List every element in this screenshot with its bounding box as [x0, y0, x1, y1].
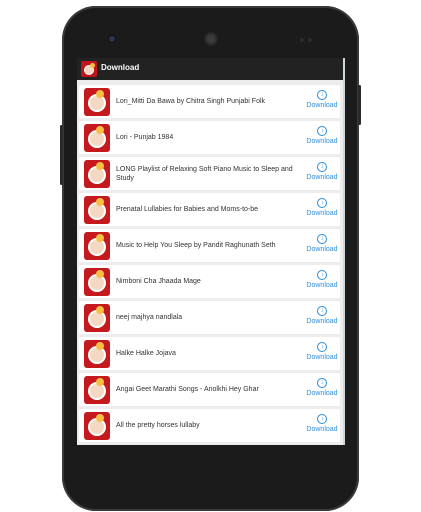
- list-item[interactable]: neej majhya nandlala ↓ Download: [79, 301, 340, 334]
- download-arrow-icon: ↓: [317, 270, 327, 280]
- download-arrow-icon: ↓: [317, 378, 327, 388]
- download-button[interactable]: ↓ Download: [305, 378, 339, 397]
- download-button[interactable]: ↓ Download: [305, 306, 339, 325]
- scroll-edge: [343, 58, 345, 445]
- item-title: Angai Geet Marathi Songs - Anolkhi Hey G…: [116, 386, 259, 393]
- download-label: Download: [306, 390, 338, 397]
- list-item[interactable]: Nimboni Cha Jhaada Mage ↓ Download: [79, 265, 340, 298]
- lullaby-thumbnail-icon: [84, 304, 110, 332]
- item-title: Lori_Mitti Da Bawa by Chitra Singh Punja…: [116, 98, 266, 105]
- front-camera: [109, 36, 115, 42]
- list-item[interactable]: Music to Help You Sleep by Pandit Raghun…: [79, 229, 340, 262]
- list-item[interactable]: Angai Geet Marathi Songs - Anolkhi Hey G…: [79, 373, 340, 406]
- download-button[interactable]: ↓ Download: [305, 270, 339, 289]
- download-label: Download: [306, 210, 338, 217]
- download-arrow-icon: ↓: [317, 306, 327, 316]
- lullaby-thumbnail-icon: [84, 124, 110, 152]
- download-arrow-icon: ↓: [317, 162, 327, 172]
- download-label: Download: [306, 318, 338, 325]
- item-title: Lori - Punjab 1984: [116, 134, 174, 141]
- download-button[interactable]: ↓ Download: [305, 162, 339, 181]
- download-button[interactable]: ↓ Download: [305, 414, 339, 433]
- download-label: Download: [306, 246, 338, 253]
- earpiece-speaker: [204, 32, 218, 46]
- proximity-sensor: [300, 38, 304, 42]
- item-title: Halke Halke Jojava: [116, 350, 176, 357]
- download-arrow-icon: ↓: [317, 90, 327, 100]
- item-title: neej majhya nandlala: [116, 314, 183, 321]
- download-button[interactable]: ↓ Download: [305, 90, 339, 109]
- download-arrow-icon: ↓: [317, 234, 327, 244]
- list-item[interactable]: LONG Playlist of Relaxing Soft Piano Mus…: [79, 157, 340, 190]
- light-sensor: [308, 38, 312, 42]
- lullaby-thumbnail-icon: [84, 340, 110, 368]
- lullaby-thumbnail-icon: [84, 160, 110, 188]
- list-item[interactable]: Lori_Mitti Da Bawa by Chitra Singh Punja…: [79, 85, 340, 118]
- action-bar: Download: [77, 58, 345, 80]
- download-arrow-icon: ↓: [317, 342, 327, 352]
- download-button[interactable]: ↓ Download: [305, 234, 339, 253]
- lullaby-thumbnail-icon: [84, 196, 110, 224]
- lullaby-thumbnail-icon: [84, 232, 110, 260]
- download-label: Download: [306, 354, 338, 361]
- download-button[interactable]: ↓ Download: [305, 126, 339, 145]
- app-icon[interactable]: [81, 61, 97, 77]
- power-button[interactable]: [358, 85, 361, 125]
- item-title: Music to Help You Sleep by Pandit Raghun…: [116, 242, 276, 249]
- download-label: Download: [306, 282, 338, 289]
- lullaby-thumbnail-icon: [84, 412, 110, 440]
- download-label: Download: [306, 138, 338, 145]
- app-screen: Download Lori_Mitti Da Bawa by Chitra Si…: [77, 58, 345, 445]
- list-item[interactable]: Halke Halke Jojava ↓ Download: [79, 337, 340, 370]
- download-button[interactable]: ↓ Download: [305, 198, 339, 217]
- action-bar-title: Download: [101, 63, 140, 72]
- lullaby-thumbnail-icon: [84, 376, 110, 404]
- download-label: Download: [306, 426, 338, 433]
- lullaby-thumbnail-icon: [84, 88, 110, 116]
- list-item[interactable]: All the pretty horses lullaby ↓ Download: [79, 409, 340, 442]
- list-item[interactable]: Lori - Punjab 1984 ↓ Download: [79, 121, 340, 154]
- download-arrow-icon: ↓: [317, 198, 327, 208]
- item-title: Nimboni Cha Jhaada Mage: [116, 278, 201, 285]
- download-label: Download: [306, 174, 338, 181]
- list-item[interactable]: Prenatal Lullabies for Babies and Moms-t…: [79, 193, 340, 226]
- download-label: Download: [306, 102, 338, 109]
- item-title: All the pretty horses lullaby: [116, 422, 200, 429]
- download-button[interactable]: ↓ Download: [305, 342, 339, 361]
- download-arrow-icon: ↓: [317, 126, 327, 136]
- download-arrow-icon: ↓: [317, 414, 327, 424]
- lullaby-thumbnail-icon: [84, 268, 110, 296]
- item-title: LONG Playlist of Relaxing Soft Piano Mus…: [116, 165, 293, 182]
- volume-button[interactable]: [60, 125, 63, 185]
- item-title: Prenatal Lullabies for Babies and Moms-t…: [116, 206, 259, 213]
